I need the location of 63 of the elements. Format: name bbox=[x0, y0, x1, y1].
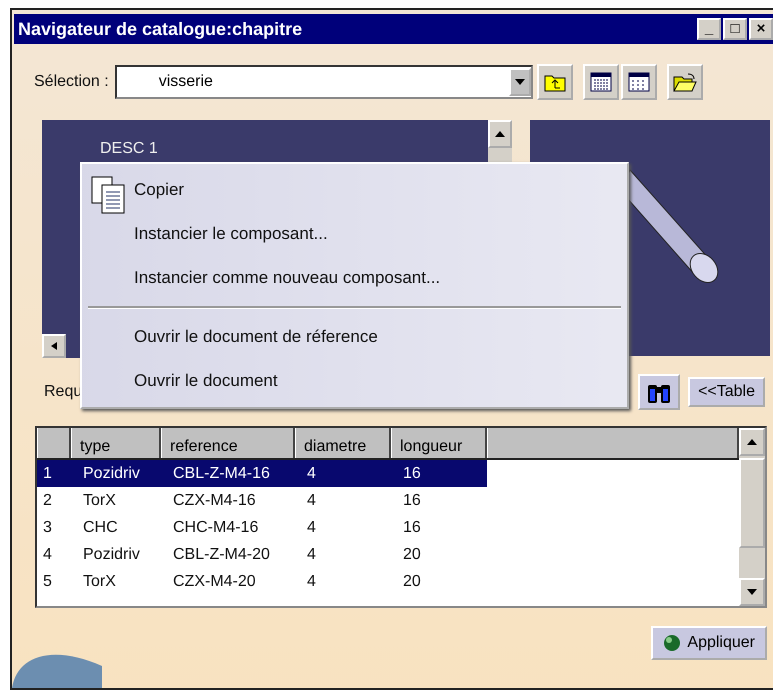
table-cell-text: 16 bbox=[402, 518, 422, 538]
table-cell-text: TorX bbox=[82, 491, 117, 511]
table-cell-text: CHC-M4-16 bbox=[172, 518, 260, 538]
open-folder-icon[interactable] bbox=[666, 64, 703, 100]
table-cell-text: 4 bbox=[306, 491, 317, 511]
scroll-left-button[interactable] bbox=[42, 334, 66, 358]
sphere-icon bbox=[663, 634, 682, 652]
tree-item[interactable]: DESC 1 bbox=[100, 140, 158, 158]
menu-item[interactable]: Ouvrir le document bbox=[82, 359, 627, 403]
row-number: 3 bbox=[42, 518, 53, 538]
table-button[interactable]: <<Table bbox=[688, 377, 765, 407]
minimize-button[interactable]: _ bbox=[697, 18, 721, 40]
table-cell-text: 20 bbox=[402, 545, 422, 565]
table-cell-text: 4 bbox=[306, 545, 317, 565]
menu-item[interactable]: Copier bbox=[82, 168, 627, 212]
menu-item[interactable]: Ouvrir le document de réference bbox=[82, 315, 627, 359]
table-cell-text: 16 bbox=[402, 491, 422, 511]
table-row[interactable]: 5 TorX CZX-M4-20 4 20 bbox=[37, 568, 487, 595]
table-row[interactable]: 2 TorX CZX-M4-16 4 16 bbox=[37, 487, 487, 514]
table-cell-text: CBL-Z-M4-20 bbox=[172, 545, 271, 565]
table-cell-text: 16 bbox=[402, 464, 422, 484]
caret-icon bbox=[514, 78, 525, 86]
column-header[interactable]: reference bbox=[161, 428, 295, 458]
row-number: 1 bbox=[42, 464, 53, 484]
table-cell-text: CZX-M4-16 bbox=[172, 491, 257, 511]
close-button[interactable]: × bbox=[749, 18, 773, 40]
header-corner bbox=[37, 428, 71, 458]
column-header[interactable]: longueur bbox=[391, 428, 487, 458]
row-number: 5 bbox=[42, 572, 53, 592]
list-view-icon[interactable] bbox=[582, 64, 619, 100]
scroll-up-icon[interactable] bbox=[747, 438, 757, 446]
menu-item[interactable]: Instancier comme nouveau composant... bbox=[82, 256, 627, 300]
scroll-left-icon[interactable] bbox=[49, 342, 59, 350]
apply-button[interactable]: Appliquer bbox=[651, 626, 767, 660]
row-number: 2 bbox=[42, 491, 53, 511]
table-cell-text: CBL-Z-M4-16 bbox=[172, 464, 271, 484]
maximize-button[interactable]: □ bbox=[723, 18, 747, 40]
table-cell-text: 4 bbox=[306, 464, 317, 484]
menu-item[interactable]: Instancier le composant... bbox=[82, 212, 627, 256]
table-cell-text: Pozidriv bbox=[82, 464, 141, 484]
table-cell-text: 20 bbox=[402, 572, 422, 592]
table-row[interactable]: 1 Pozidriv CBL-Z-M4-16 4 16 bbox=[37, 460, 487, 487]
table-cell-text: Pozidriv bbox=[82, 545, 141, 565]
row-number: 4 bbox=[42, 545, 53, 565]
column-header[interactable]: type bbox=[71, 428, 161, 458]
table-cell-text: CHC bbox=[82, 518, 119, 538]
dropdown-button[interactable] bbox=[508, 68, 531, 96]
table-cell-text: CZX-M4-20 bbox=[172, 572, 257, 592]
folder-up-icon[interactable] bbox=[536, 64, 573, 100]
search-button[interactable] bbox=[638, 374, 680, 410]
selection-dropdown[interactable]: visserie bbox=[114, 65, 533, 99]
table-cell-text: TorX bbox=[82, 572, 117, 592]
table-row[interactable]: 3 CHC CHC-M4-16 4 16 bbox=[37, 514, 487, 541]
table-cell-text: 4 bbox=[306, 572, 317, 592]
selection-label: Sélection : bbox=[34, 73, 109, 91]
window-title: Navigateur de catalogue:chapitre bbox=[18, 18, 302, 40]
table-scrollbar[interactable] bbox=[739, 428, 765, 606]
grid-view-icon[interactable] bbox=[620, 64, 657, 100]
table-row[interactable]: 4 Pozidriv CBL-Z-M4-20 4 20 bbox=[37, 541, 487, 568]
table-cell-text: 4 bbox=[306, 518, 317, 538]
scroll-up-icon[interactable] bbox=[495, 130, 505, 138]
scroll-down-icon[interactable] bbox=[747, 588, 757, 596]
column-header[interactable]: diametre bbox=[295, 428, 391, 458]
